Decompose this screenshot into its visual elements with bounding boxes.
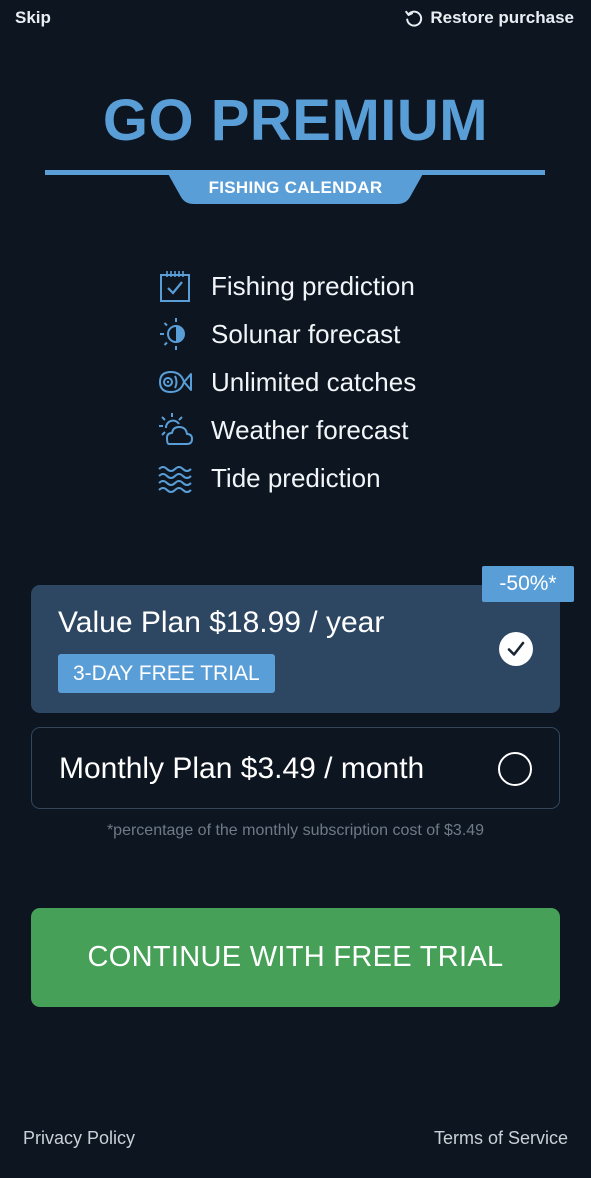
restore-icon xyxy=(405,10,423,27)
feature-label: Tide prediction xyxy=(211,462,381,493)
feature-list: Fishing prediction Solunar forecast Unli… xyxy=(155,262,485,502)
feature-label: Fishing prediction xyxy=(211,270,415,301)
discount-badge: -50%* xyxy=(482,566,574,602)
value-plan-title: Value Plan $18.99 / year xyxy=(58,606,385,639)
feature-item: Solunar forecast xyxy=(155,310,485,358)
calendar-check-icon xyxy=(155,266,195,306)
restore-purchase-button[interactable]: Restore purchase xyxy=(404,8,574,28)
feature-item: Fishing prediction xyxy=(155,262,485,310)
waves-icon xyxy=(155,458,195,498)
monthly-plan-title: Monthly Plan $3.49 / month xyxy=(59,752,425,785)
fish-icon xyxy=(155,362,195,402)
value-plan-radio-checked[interactable] xyxy=(499,632,533,666)
discount-footnote: *percentage of the monthly subscription … xyxy=(106,822,485,839)
paywall-screen: Skip Restore purchase GO PREMIUM FISHING… xyxy=(0,0,591,1178)
continue-free-trial-button[interactable]: CONTINUE WITH FREE TRIAL xyxy=(31,908,560,1007)
skip-button[interactable]: Skip xyxy=(15,8,51,28)
page-title: GO PREMIUM xyxy=(102,88,489,153)
moon-phase-icon xyxy=(155,314,195,354)
subtitle-tab: FISHING CALENDAR xyxy=(167,172,424,205)
feature-label: Solunar forecast xyxy=(211,318,401,349)
feature-label: Weather forecast xyxy=(211,414,409,445)
restore-purchase-label: Restore purchase xyxy=(430,8,574,27)
sun-cloud-icon xyxy=(155,410,195,450)
check-icon xyxy=(507,641,525,656)
feature-item: Tide prediction xyxy=(155,454,485,502)
free-trial-badge: 3-DAY FREE TRIAL xyxy=(58,654,275,693)
feature-item: Unlimited catches xyxy=(155,358,485,406)
monthly-plan-option[interactable]: Monthly Plan $3.49 / month xyxy=(31,727,560,809)
value-plan-option[interactable]: Value Plan $18.99 / year 3-DAY FREE TRIA… xyxy=(31,585,560,713)
monthly-plan-radio[interactable] xyxy=(498,752,532,786)
terms-of-service-link[interactable]: Terms of Service xyxy=(434,1128,568,1149)
subtitle-label: FISHING CALENDAR xyxy=(208,178,383,197)
feature-item: Weather forecast xyxy=(155,406,485,454)
privacy-policy-link[interactable]: Privacy Policy xyxy=(23,1128,135,1149)
feature-label: Unlimited catches xyxy=(211,366,417,397)
